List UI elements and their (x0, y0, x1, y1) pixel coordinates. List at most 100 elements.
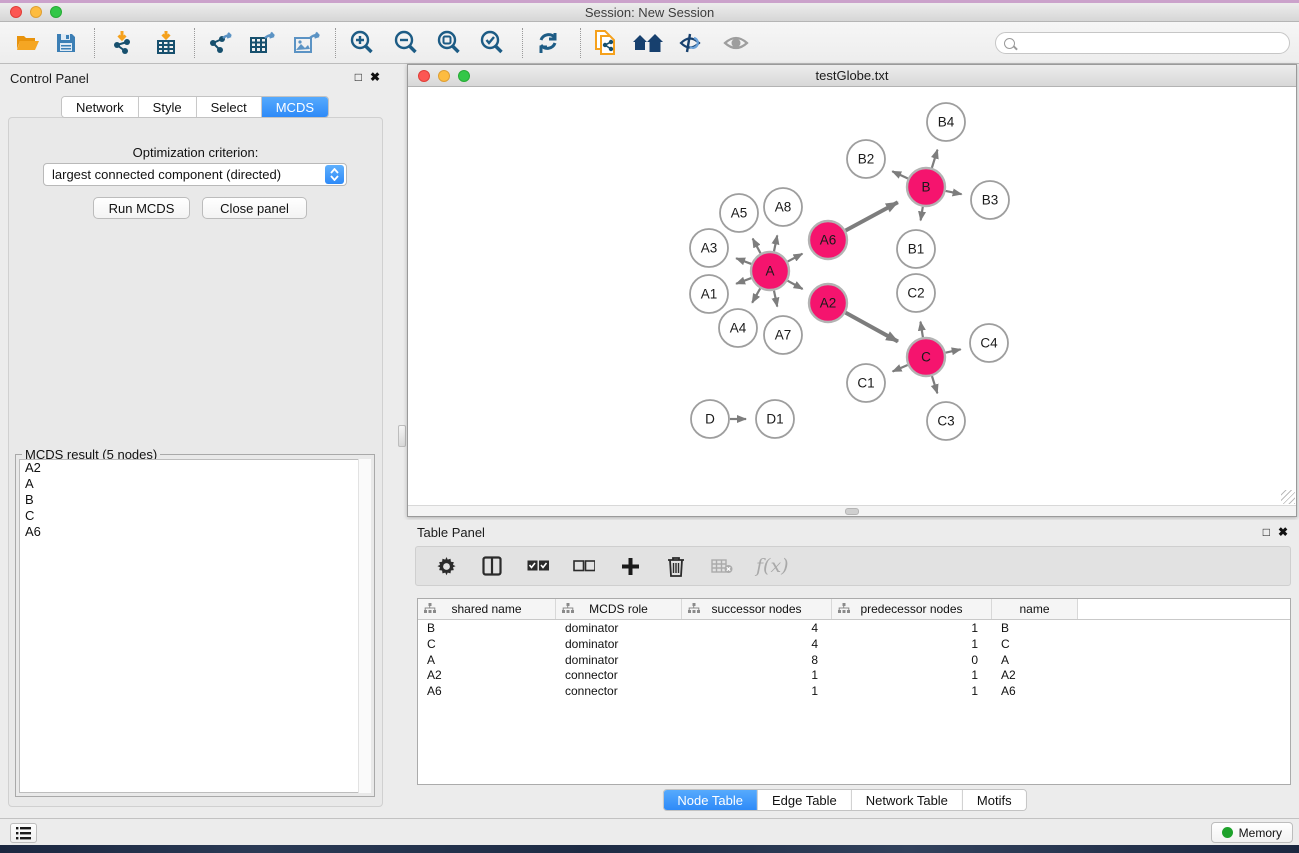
network-horizontal-scrollbar[interactable] (408, 505, 1296, 516)
edge-A-A1[interactable] (736, 278, 751, 284)
edge-B-B1[interactable] (921, 207, 923, 221)
table-row[interactable]: Adominator80A (418, 652, 1290, 668)
network-scrollbar-thumb[interactable] (845, 508, 859, 515)
node-A8[interactable]: A8 (764, 188, 802, 226)
node-A2[interactable]: A2 (809, 284, 847, 322)
node-B[interactable]: B (907, 168, 945, 206)
import-table-button[interactable] (148, 28, 184, 58)
node-A3[interactable]: A3 (690, 229, 728, 267)
mcds-result-item[interactable]: B (20, 492, 370, 508)
zoom-selected-button[interactable] (474, 28, 510, 58)
node-A4[interactable]: A4 (719, 309, 757, 347)
tab-select[interactable]: Select (197, 97, 262, 117)
delete-table-icon[interactable] (710, 554, 734, 578)
node-A[interactable]: A (751, 252, 789, 290)
table-settings-gear-icon[interactable] (434, 554, 458, 578)
table-row[interactable]: Cdominator41C (418, 636, 1290, 652)
node-C2[interactable]: C2 (897, 274, 935, 312)
edge-A-A6[interactable] (788, 254, 803, 262)
close-panel-button[interactable]: Close panel (202, 197, 307, 219)
node-table[interactable]: shared nameMCDS rolesuccessor nodesprede… (417, 598, 1291, 785)
node-C3[interactable]: C3 (927, 402, 965, 440)
mcds-result-item[interactable]: C (20, 508, 370, 524)
memory-button[interactable]: Memory (1211, 822, 1293, 843)
close-panel-icon[interactable]: ✖ (370, 71, 380, 83)
search-input[interactable] (1015, 36, 1289, 50)
table-row[interactable]: A6connector11A6 (418, 683, 1290, 699)
node-B3[interactable]: B3 (971, 181, 1009, 219)
zoom-in-button[interactable] (344, 28, 380, 58)
network-window-resize-grip[interactable] (1281, 490, 1295, 504)
panel-splitter-handle[interactable] (398, 425, 406, 447)
import-network-button[interactable] (104, 28, 140, 58)
network-window-titlebar[interactable]: testGlobe.txt (408, 65, 1296, 87)
open-session-button[interactable] (10, 28, 46, 58)
tab-edge-table[interactable]: Edge Table (758, 790, 852, 810)
node-B2[interactable]: B2 (847, 140, 885, 178)
edge-C-C2[interactable] (920, 322, 922, 338)
edge-C-C4[interactable] (946, 349, 961, 352)
edge-C-C3[interactable] (932, 376, 937, 393)
unselect-all-columns-icon[interactable] (572, 554, 596, 578)
column-header-MCDS-role[interactable]: MCDS role (556, 599, 682, 619)
edge-A-A7[interactable] (774, 291, 777, 307)
toggle-graphics-details-button[interactable] (674, 28, 710, 58)
table-row[interactable]: A2connector11A2 (418, 667, 1290, 683)
mcds-result-item[interactable]: A (20, 476, 370, 492)
delete-column-trash-icon[interactable] (664, 554, 688, 578)
node-A1[interactable]: A1 (690, 275, 728, 313)
float-panel-icon[interactable]: □ (355, 71, 362, 83)
export-image-button[interactable] (288, 28, 324, 58)
network-canvas[interactable]: B4 B2 B B3 A5A8A6 A3 B1 A A1 C2 A2 A4A7 C C4 C1 C3 D D1 (408, 88, 1296, 504)
select-all-columns-icon[interactable] (526, 554, 550, 578)
edge-A-A3[interactable] (736, 258, 751, 264)
edge-A2-C[interactable] (846, 313, 898, 342)
edge-A-A5[interactable] (753, 239, 761, 254)
node-D1[interactable]: D1 (756, 400, 794, 438)
export-table-button[interactable] (244, 28, 280, 58)
node-C4[interactable]: C4 (970, 324, 1008, 362)
node-B4[interactable]: B4 (927, 103, 965, 141)
node-A6[interactable]: A6 (809, 221, 847, 259)
mcds-result-item[interactable]: A6 (20, 524, 370, 540)
export-network-button[interactable] (202, 28, 238, 58)
node-C[interactable]: C (907, 338, 945, 376)
task-history-button[interactable] (10, 823, 37, 843)
tab-mcds[interactable]: MCDS (262, 97, 328, 117)
node-A7[interactable]: A7 (764, 316, 802, 354)
tab-network[interactable]: Network (62, 97, 139, 117)
tab-motifs[interactable]: Motifs (963, 790, 1026, 810)
node-B1[interactable]: B1 (897, 230, 935, 268)
float-table-panel-icon[interactable]: □ (1263, 526, 1270, 538)
save-session-button[interactable] (48, 28, 84, 58)
edge-C-C1[interactable] (893, 365, 908, 372)
tab-style[interactable]: Style (139, 97, 197, 117)
mcds-result-scrollbar[interactable] (358, 459, 371, 793)
column-header-name[interactable]: name (992, 599, 1078, 619)
node-A5[interactable]: A5 (720, 194, 758, 232)
table-row[interactable]: Bdominator41B (418, 620, 1290, 636)
function-builder-icon[interactable]: f(x) (756, 555, 789, 577)
node-D[interactable]: D (691, 400, 729, 438)
column-header-predecessor-nodes[interactable]: predecessor nodes (832, 599, 992, 619)
column-header-successor-nodes[interactable]: successor nodes (682, 599, 832, 619)
tab-node-table[interactable]: Node Table (663, 790, 758, 810)
mcds-result-item[interactable]: A2 (20, 460, 370, 476)
criterion-dropdown[interactable]: largest connected component (directed) (43, 163, 347, 186)
node-C1[interactable]: C1 (847, 364, 885, 402)
add-column-icon[interactable] (618, 554, 642, 578)
close-table-panel-icon[interactable]: ✖ (1278, 526, 1288, 538)
edge-A-A8[interactable] (774, 235, 777, 251)
tab-network-table[interactable]: Network Table (852, 790, 963, 810)
zoom-fit-button[interactable] (431, 28, 467, 58)
edge-A6-B[interactable] (846, 202, 898, 230)
preview-eye-button[interactable] (718, 28, 754, 58)
edge-A-A2[interactable] (788, 281, 803, 289)
search-field[interactable] (995, 32, 1290, 54)
home-button[interactable] (630, 28, 666, 58)
edge-B-B2[interactable] (892, 171, 908, 178)
show-column-panel-icon[interactable] (480, 554, 504, 578)
edge-B-B4[interactable] (932, 150, 938, 168)
refresh-view-button[interactable] (530, 28, 566, 58)
run-mcds-button[interactable]: Run MCDS (93, 197, 190, 219)
